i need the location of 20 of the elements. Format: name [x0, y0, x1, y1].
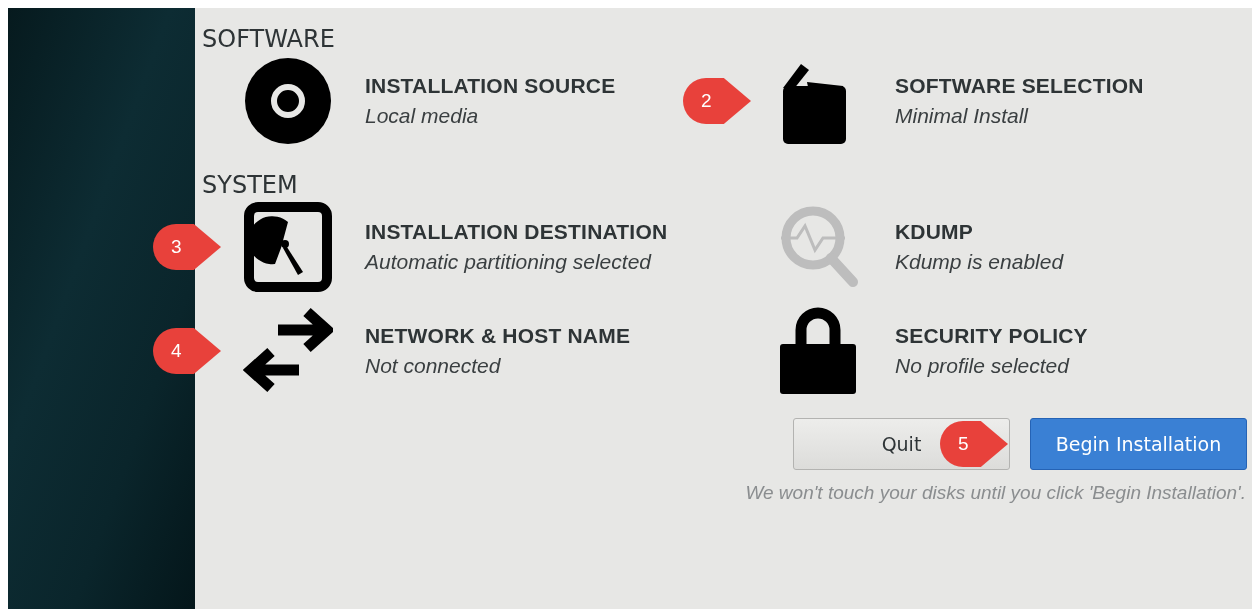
- callout-marker: 3: [153, 224, 221, 270]
- spoke-status: No profile selected: [895, 354, 1071, 378]
- spoke-title[interactable]: SOFTWARE SELECTION: [895, 74, 1144, 98]
- spoke-status: Not connected: [365, 354, 502, 378]
- spoke-title[interactable]: NETWORK & HOST NAME: [365, 324, 631, 348]
- spoke-status: Automatic partitioning selected: [365, 250, 653, 274]
- disc-icon[interactable]: [243, 56, 333, 146]
- spoke-status: Local media: [365, 104, 480, 128]
- spoke-title[interactable]: KDUMP: [895, 220, 1064, 244]
- spoke-status: Minimal Install: [895, 104, 1030, 128]
- callout-marker: 2: [683, 78, 751, 124]
- section-heading: SYSTEM: [202, 170, 299, 201]
- spoke-title[interactable]: SECURITY POLICY: [895, 324, 1088, 348]
- begin-installation-button[interactable]: Begin Installation: [1030, 418, 1247, 470]
- callout-marker: 4: [153, 328, 221, 374]
- spoke-title[interactable]: INSTALLATION DESTINATION: [365, 220, 668, 244]
- spoke-title[interactable]: INSTALLATION SOURCE: [365, 74, 616, 98]
- disk-warning-note: We won't touch your disks until you click 'Begin Installation'.: [744, 482, 1247, 504]
- section-heading: SOFTWARE: [202, 24, 336, 55]
- spoke-status: Kdump is enabled: [895, 250, 1064, 274]
